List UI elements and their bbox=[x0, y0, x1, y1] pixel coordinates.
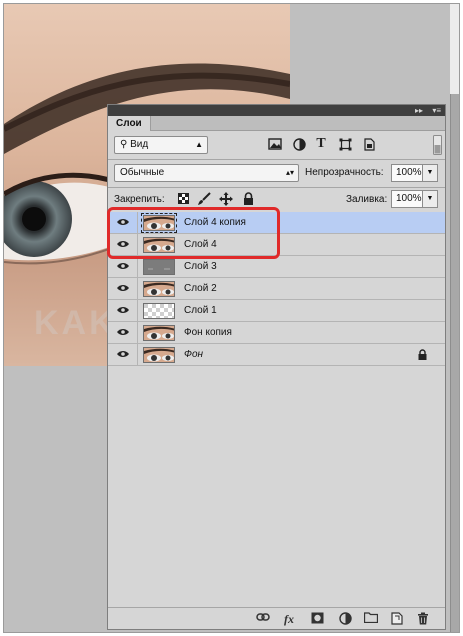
lock-transparency-icon[interactable] bbox=[176, 193, 190, 207]
smart-object-filter-icon[interactable] bbox=[362, 138, 376, 152]
watermark: KAK bbox=[34, 304, 117, 342]
tab-layers[interactable]: Слои bbox=[108, 116, 151, 131]
layer-row[interactable]: Фон копия bbox=[108, 322, 445, 344]
filter-kind-select[interactable]: ⚲ Вид ▲ bbox=[114, 136, 208, 154]
layer-name: Слой 2 bbox=[184, 283, 217, 294]
filter-row: ⚲ Вид ▲ T bbox=[108, 132, 445, 158]
layer-thumbnail[interactable] bbox=[143, 303, 175, 319]
layer-row[interactable]: Слой 1 bbox=[108, 300, 445, 322]
eye-icon bbox=[117, 263, 129, 269]
layer-thumbnail[interactable] bbox=[143, 325, 175, 341]
panel-titlebar: ▸▸ ▾≡ bbox=[108, 105, 445, 116]
eye-icon bbox=[117, 329, 129, 335]
search-icon: ⚲ bbox=[120, 139, 128, 150]
link-layers-icon[interactable] bbox=[256, 612, 270, 626]
fill-dropdown-icon[interactable]: ▼ bbox=[423, 190, 438, 208]
updown-arrows-icon: ▲ bbox=[195, 140, 203, 149]
adjustment-layer-icon[interactable] bbox=[338, 612, 352, 626]
trash-icon[interactable] bbox=[416, 612, 430, 626]
new-group-icon[interactable] bbox=[363, 612, 379, 626]
layer-name: Слой 1 bbox=[184, 305, 217, 316]
canvas-edge-light bbox=[450, 4, 459, 94]
layer-name: Фон bbox=[184, 349, 204, 360]
updown-arrows-icon: ▴▾ bbox=[285, 168, 294, 177]
lock-all-icon[interactable] bbox=[241, 192, 255, 206]
type-filter-icon[interactable]: T bbox=[314, 137, 328, 151]
visibility-toggle[interactable] bbox=[108, 300, 138, 321]
eye-icon bbox=[117, 285, 129, 291]
blend-row: Обычные ▴▾ Непрозрачность: 100% ▼ bbox=[108, 160, 445, 186]
lock-icon bbox=[418, 349, 427, 360]
layer-row[interactable]: Слой 2 bbox=[108, 278, 445, 300]
layer-name: Фон копия bbox=[184, 327, 232, 338]
image-filter-icon[interactable] bbox=[268, 138, 282, 152]
new-layer-icon[interactable] bbox=[390, 612, 404, 626]
fill-input[interactable]: 100% bbox=[391, 190, 423, 208]
layer-thumbnail[interactable] bbox=[143, 281, 175, 297]
layer-mask-icon[interactable] bbox=[310, 612, 324, 626]
layer-name: Слой 3 bbox=[184, 261, 217, 272]
opacity-input[interactable]: 100% bbox=[391, 164, 423, 182]
filter-toggle-icon[interactable] bbox=[433, 135, 442, 155]
visibility-toggle[interactable] bbox=[108, 322, 138, 343]
canvas-edge-strip bbox=[450, 94, 459, 632]
panel-bottom-bar: fx bbox=[108, 607, 445, 629]
visibility-toggle[interactable] bbox=[108, 278, 138, 299]
layer-thumbnail[interactable] bbox=[143, 347, 175, 363]
visibility-toggle[interactable] bbox=[108, 256, 138, 277]
adjustment-filter-icon[interactable] bbox=[292, 138, 306, 152]
panel-menu-icon[interactable]: ▾≡ bbox=[432, 105, 441, 116]
layers-panel: ▸▸ ▾≡ Слои ⚲ Вид ▲ T Обычные ▴▾ Непрозра… bbox=[107, 104, 446, 630]
opacity-dropdown-icon[interactable]: ▼ bbox=[423, 164, 438, 182]
highlight-annotation bbox=[107, 207, 280, 259]
blend-mode-value: Обычные bbox=[120, 167, 165, 178]
eye-icon bbox=[117, 307, 129, 313]
fx-icon[interactable]: fx bbox=[282, 612, 296, 626]
layer-row[interactable]: Фон bbox=[108, 344, 445, 366]
shape-filter-icon[interactable] bbox=[338, 138, 352, 152]
lock-position-icon[interactable] bbox=[219, 192, 233, 206]
lock-label: Закрепить: bbox=[114, 194, 165, 205]
opacity-label: Непрозрачность: bbox=[305, 167, 384, 178]
visibility-toggle[interactable] bbox=[108, 344, 138, 365]
blend-mode-select[interactable]: Обычные ▴▾ bbox=[114, 164, 299, 182]
filter-kind-label: Вид bbox=[130, 139, 149, 150]
collapse-panel-icon[interactable]: ▸▸ bbox=[415, 105, 423, 116]
layer-thumbnail[interactable] bbox=[143, 259, 175, 275]
eye-icon bbox=[117, 351, 129, 357]
fill-label: Заливка: bbox=[346, 194, 388, 205]
panel-tab-row: Слои bbox=[108, 116, 445, 131]
lock-brush-icon[interactable] bbox=[197, 192, 211, 206]
layer-row[interactable]: Слой 3 bbox=[108, 256, 445, 278]
